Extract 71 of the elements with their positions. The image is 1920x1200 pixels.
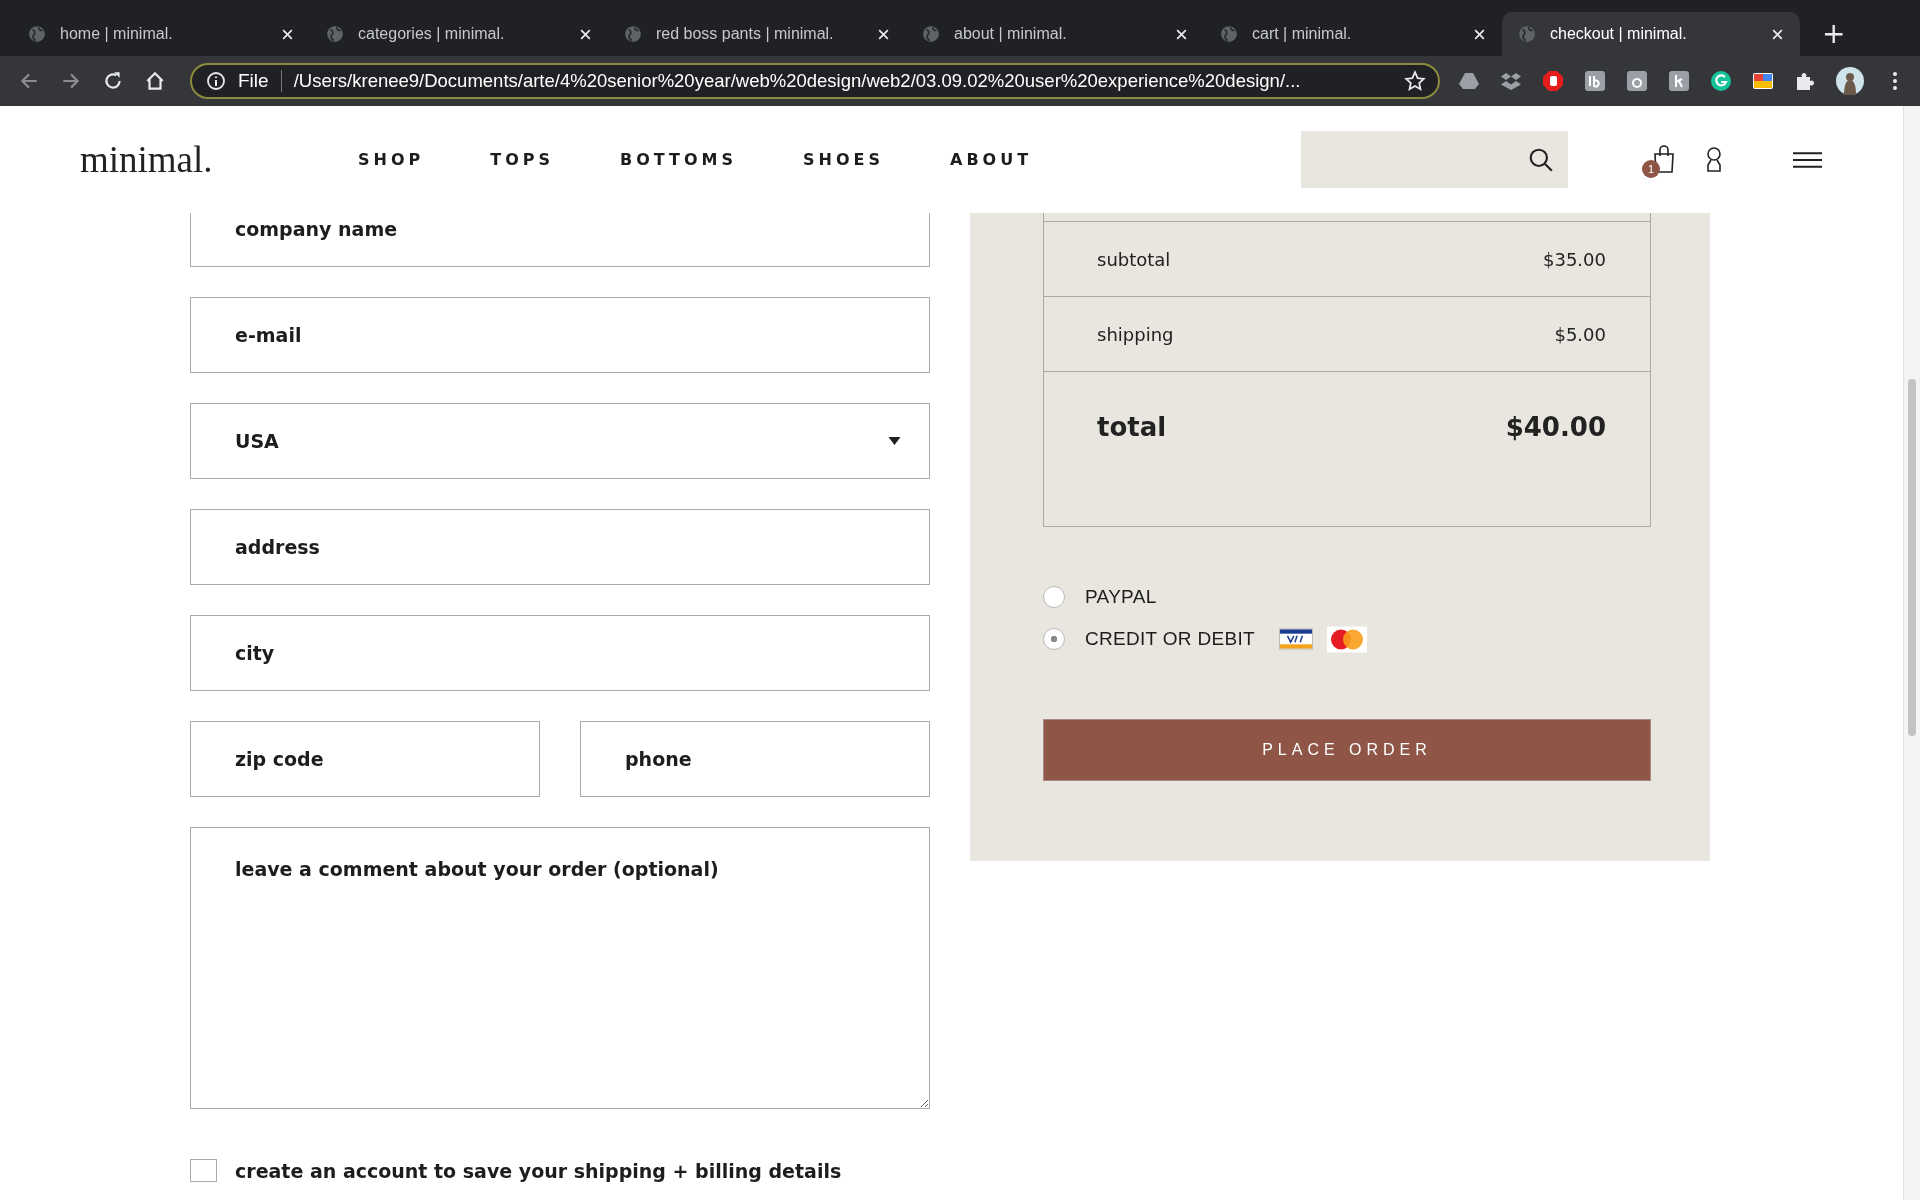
input-field[interactable]: zip code: [190, 721, 540, 797]
input-field[interactable]: phone: [580, 721, 930, 797]
new-tab-button[interactable]: +: [1814, 17, 1854, 50]
url-text: /Users/krenee9/Documents/arte/4%20senior%20year/web%20design/web2/03.09.02%20user%20experience%20design/...: [293, 70, 1302, 92]
globe-icon: [28, 25, 46, 43]
bag-icon[interactable]: [1652, 143, 1677, 174]
globe-icon: [326, 25, 344, 43]
menu-icon[interactable]: [1792, 150, 1824, 169]
checkbox-label: create an account to save your shipping + billing details: [235, 1159, 842, 1182]
cart-count-badge: 1: [1642, 159, 1661, 178]
extension-icon[interactable]: [1626, 70, 1648, 92]
puzzle-icon[interactable]: [1794, 70, 1816, 92]
card-icon: [1326, 625, 1367, 653]
browser-tab[interactable]: cart | minimal.: [1204, 12, 1502, 56]
input-field[interactable]: address: [190, 509, 930, 585]
globe-icon: [922, 25, 940, 43]
payment-label: CREDIT OR DEBIT: [1085, 628, 1255, 650]
browser-tab[interactable]: checkout | minimal.: [1502, 12, 1800, 56]
caret-icon: [888, 437, 901, 445]
input-field[interactable]: city: [190, 615, 930, 691]
checkbox[interactable]: [190, 1159, 217, 1182]
browser-tab[interactable]: home | minimal.: [12, 12, 310, 56]
nav-link[interactable]: BOTTOMS: [620, 150, 738, 169]
globe-icon: [1518, 25, 1536, 43]
country-select[interactable]: USA: [190, 403, 930, 479]
globe-icon: [624, 25, 642, 43]
box-icon[interactable]: [1500, 70, 1522, 92]
close-icon[interactable]: [1473, 27, 1486, 41]
extension-icon[interactable]: [1668, 70, 1690, 92]
extension-icon[interactable]: [1752, 70, 1774, 92]
grammar-icon[interactable]: [1710, 70, 1732, 92]
star-icon[interactable]: [1404, 70, 1426, 92]
input-field[interactable]: e-mail: [190, 297, 930, 373]
browser-tab[interactable]: red boss pants | minimal.: [608, 12, 906, 56]
avatar-icon[interactable]: [1836, 67, 1864, 95]
close-icon[interactable]: [281, 27, 294, 41]
nav-link[interactable]: TOPS: [490, 150, 554, 169]
summary-amount: $35.00: [1543, 248, 1606, 270]
scheme-label: File: [238, 70, 282, 92]
payment-label: PAYPAL: [1085, 586, 1157, 608]
comment-field[interactable]: leave a comment about your order (optional): [190, 827, 930, 1109]
close-icon[interactable]: [877, 27, 890, 41]
search-icon[interactable]: [1528, 146, 1555, 173]
reload-icon[interactable]: [102, 70, 124, 92]
globe-icon: [1220, 25, 1238, 43]
nav-link[interactable]: ABOUT: [950, 150, 1033, 169]
extension-icon[interactable]: [1584, 70, 1606, 92]
address-bar[interactable]: File /Users/krenee9/Documents/arte/4%20senior%20year/web%20design/web2/03.09.02%20user%20experience%20design/...: [190, 63, 1440, 99]
scrollbar[interactable]: [1903, 106, 1920, 1200]
summary-label: total: [1097, 412, 1167, 442]
nav-link[interactable]: SHOES: [803, 150, 885, 169]
close-icon[interactable]: [1175, 27, 1188, 41]
summary-amount: $40.00: [1505, 412, 1606, 442]
close-icon[interactable]: [579, 27, 592, 41]
radio-button[interactable]: [1043, 586, 1065, 608]
summary-label: subtotal: [1097, 248, 1171, 270]
summary-label: shipping: [1097, 323, 1174, 345]
card-icon: [1278, 628, 1313, 650]
browser-tab[interactable]: categories | minimal.: [310, 12, 608, 56]
hand-icon[interactable]: [1542, 70, 1564, 92]
nav-link[interactable]: SHOP: [358, 150, 425, 169]
radio-button[interactable]: [1043, 628, 1065, 650]
close-icon[interactable]: [1771, 27, 1784, 41]
search-field[interactable]: [1301, 131, 1569, 188]
browser-tab[interactable]: about | minimal.: [906, 12, 1204, 56]
summary-amount: $5.00: [1554, 323, 1606, 345]
site-logo[interactable]: minimal.: [80, 138, 358, 181]
info-icon[interactable]: [206, 71, 226, 91]
place-order-button[interactable]: PLACE ORDER: [1043, 719, 1651, 781]
home-icon[interactable]: [144, 70, 166, 92]
input-field[interactable]: company name: [190, 213, 930, 267]
